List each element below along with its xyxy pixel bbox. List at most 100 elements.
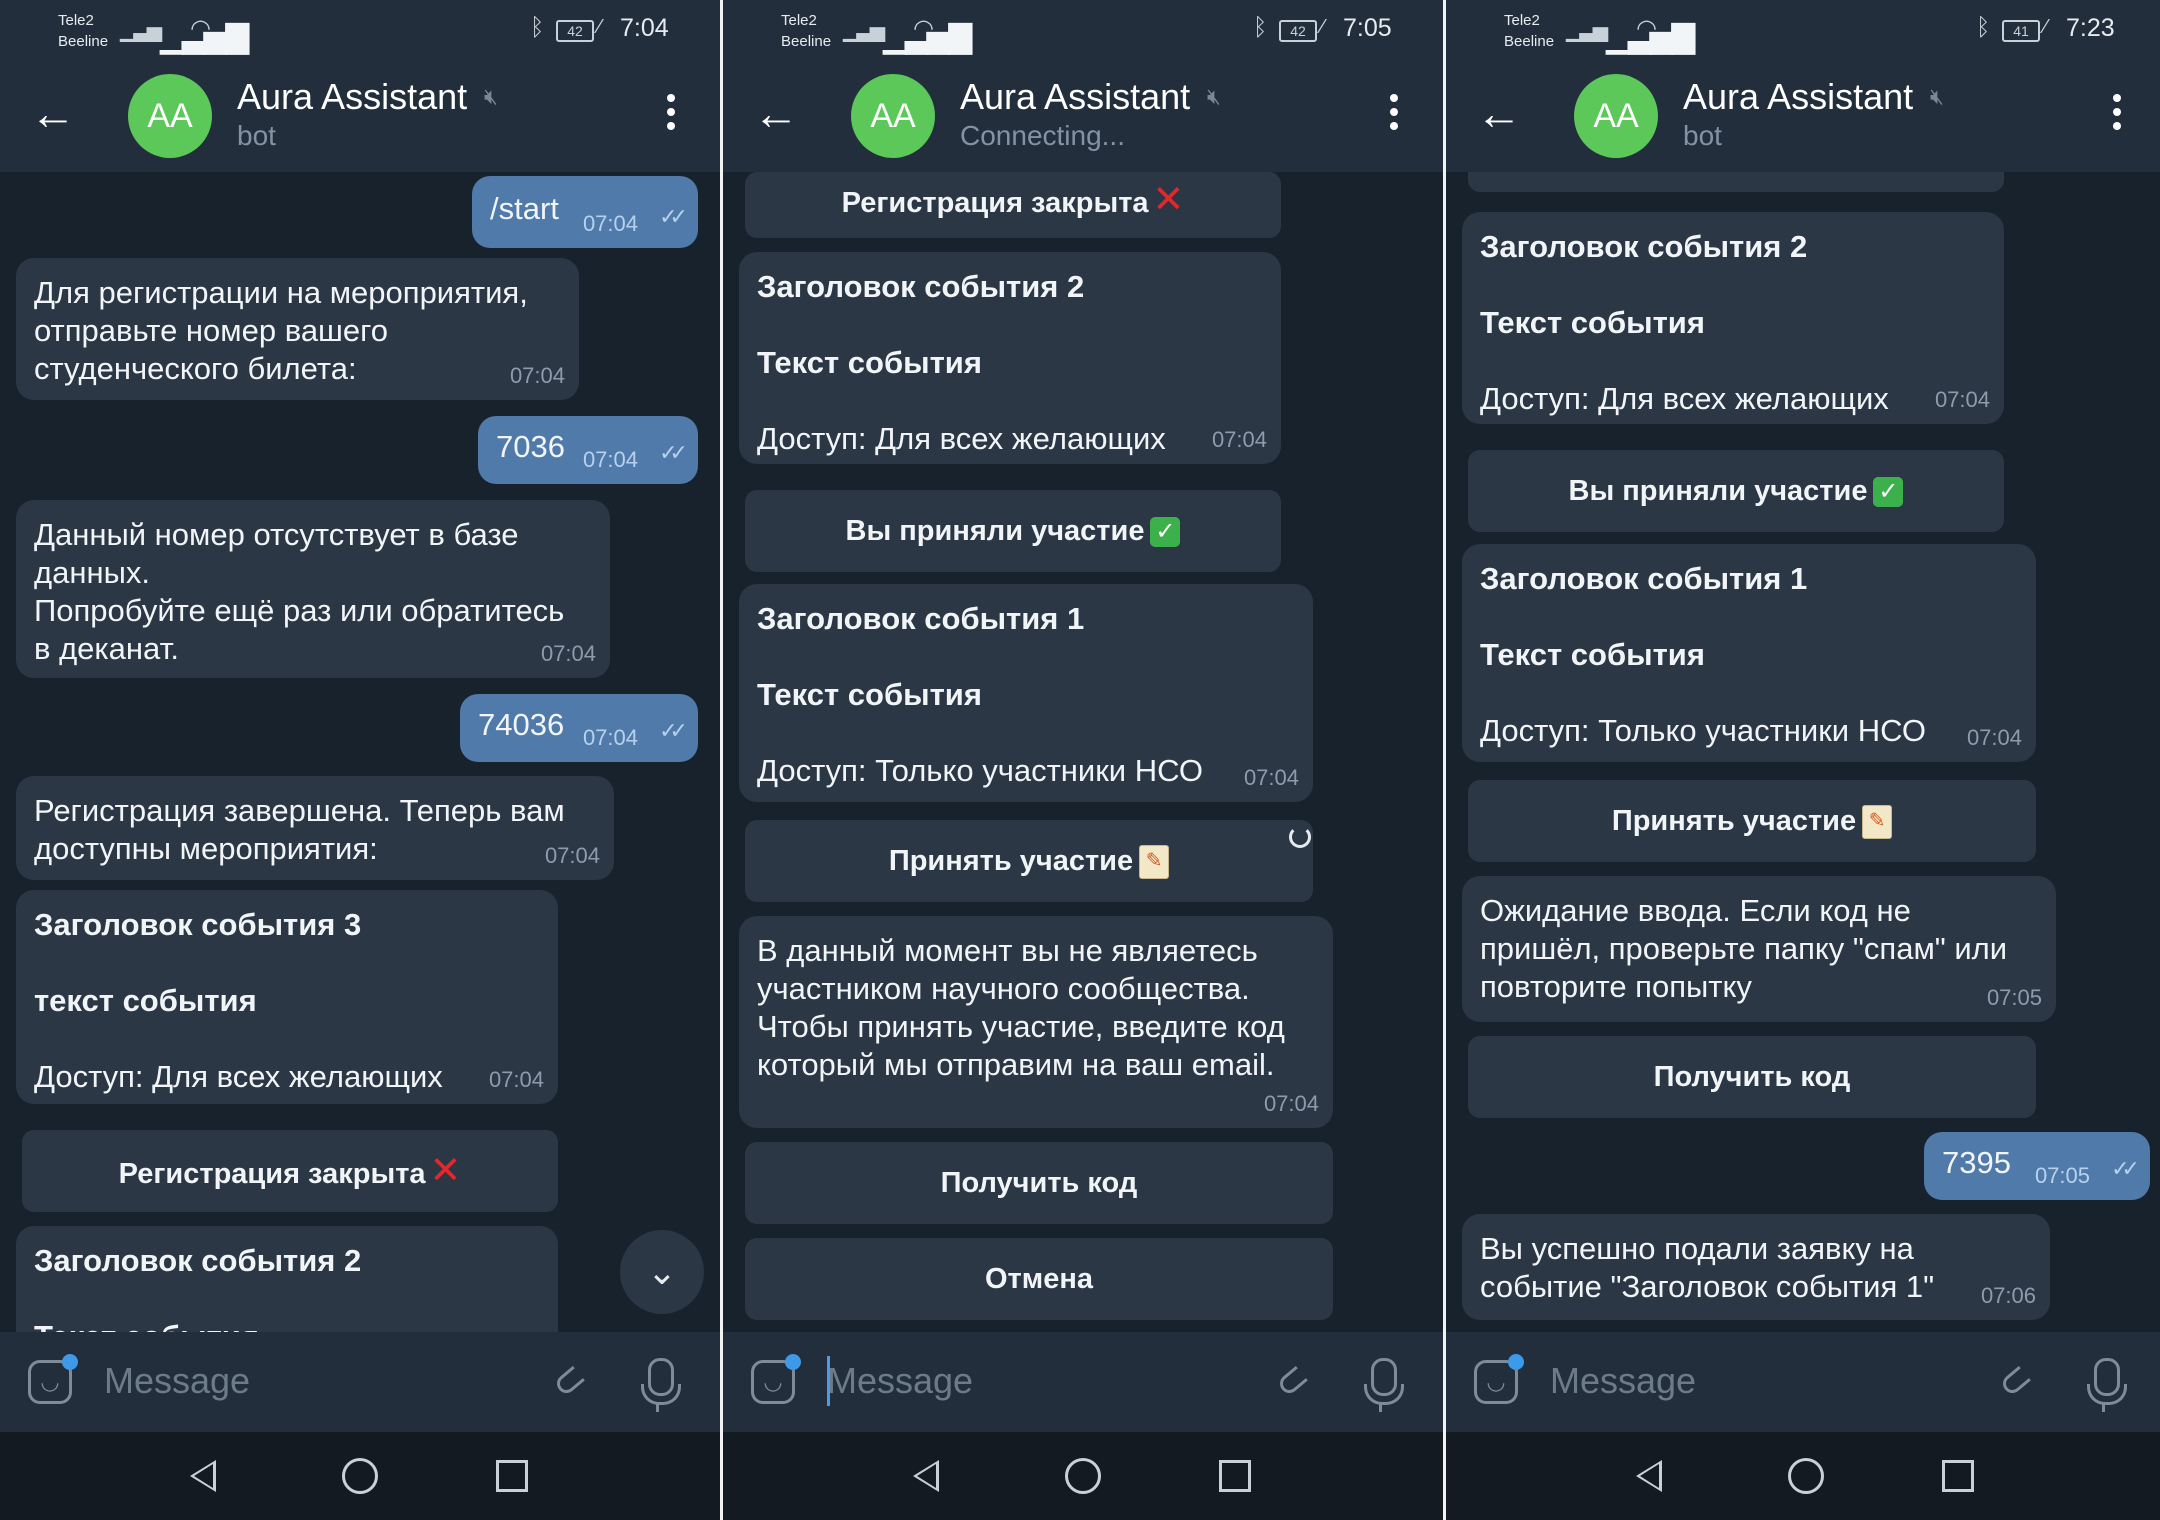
event-content: Заголовок события 2 Текст события Доступ: … [757,268,1166,458]
message-list[interactable]: Заголовок события 2 Текст события Доступ: … [1446,172,2160,1332]
message-input[interactable]: Message [104,1360,250,1402]
more-vert-icon[interactable] [656,94,686,138]
carrier-1: Tele2 [781,12,817,29]
avatar[interactable]: AA [851,74,935,158]
message-text: 7036 [496,429,565,464]
message-time: 07:04 [582,725,638,750]
event-title: Заголовок события 2 [34,1243,362,1278]
nav-home-icon[interactable] [1065,1458,1101,1494]
message-input-bar: ◡ Message ⊂ [1446,1332,2160,1432]
chevron-down-icon[interactable]: ⌄ [620,1230,704,1314]
nav-home-icon[interactable] [342,1458,378,1494]
notification-dot [1508,1354,1524,1370]
more-vert-icon[interactable] [2102,94,2132,138]
avatar[interactable]: AA [128,74,212,158]
message-text: /start [490,191,559,226]
nav-back-icon[interactable] [1636,1460,1662,1492]
bluetooth-icon: ᛒ [1976,14,1991,41]
nav-recents-icon[interactable] [1942,1460,1974,1492]
nav-recents-icon[interactable] [1219,1460,1251,1492]
registration-closed-button-clipped[interactable] [1468,172,2004,192]
message-list[interactable]: /start 07:04 ✓✓ Для регистрации на мероп… [0,172,720,1332]
message-input[interactable]: Message [827,1360,973,1402]
message-time: 07:04 [1243,765,1299,790]
button-label: Вы приняли участие [845,515,1145,547]
paperclip-icon[interactable]: ⊂ [541,1353,596,1410]
event-card: Заголовок события 2 Текст события [16,1226,558,1332]
muted-icon: 🔇︎ [484,84,498,109]
memo-icon: ✎ [1139,845,1170,880]
microphone-icon-base [2087,1384,2127,1405]
chat-title[interactable]: Aura Assistant [237,76,467,118]
joined-button[interactable]: Вы приняли участие ✓ [745,490,1281,572]
arrow-left-icon[interactable]: ← [1476,90,1526,140]
microphone-icon-stem [2102,1402,2105,1412]
battery-level: 42 [1279,20,1317,42]
battery-level: 41 [2002,20,2040,42]
arrow-left-icon[interactable]: ← [753,90,803,140]
message-time: 07:05 [1986,985,2042,1010]
message-text: Регистрация завершена. Теперь вам доступ… [34,793,565,866]
message-outgoing: 7036 07:04 ✓✓ [478,416,698,484]
event-body: Текст события [757,345,982,380]
signal-icon: ▁▃▅ [1566,20,1608,42]
event-access: Доступ: Только участники НСО [1480,713,1926,748]
carrier-1: Tele2 [1504,12,1540,29]
cancel-button[interactable]: Отмена [745,1238,1333,1320]
status-bar: Tele2 Beeline ▁▃▅ ▁▃▅▇ ◠ ᛒ 42 ⁄ 7:05 [723,0,1443,58]
event-card: Заголовок события 1 Текст события Доступ: … [1462,544,2036,762]
get-code-button[interactable]: Получить код [745,1142,1333,1224]
registration-closed-button[interactable]: Регистрация закрыта ✕ [22,1130,558,1212]
nav-back-icon[interactable] [190,1460,216,1492]
chat-header: ← AA Aura Assistant 🔇︎ bot [0,58,720,172]
avatar[interactable]: AA [1574,74,1658,158]
message-time: 07:04 [1263,1091,1319,1116]
nav-home-icon[interactable] [1788,1458,1824,1494]
nav-recents-icon[interactable] [496,1460,528,1492]
system-nav-bar [723,1432,1443,1520]
event-body: Текст события [34,1319,259,1332]
cross-mark-icon: ✕ [1152,179,1185,221]
event-access: Доступ: Для всех желающих [34,1059,443,1094]
event-card: Заголовок события 1 Текст события Доступ: … [739,584,1313,802]
event-body: Текст события [1480,637,1705,672]
chat-title[interactable]: Aura Assistant [1683,76,1913,118]
nav-back-icon[interactable] [913,1460,939,1492]
arrow-left-icon[interactable]: ← [30,90,80,140]
message-input[interactable]: Message [1550,1360,1696,1402]
event-title: Заголовок события 2 [757,269,1085,304]
message-list[interactable]: Регистрация закрыта ✕ Заголовок события 2… [723,172,1443,1332]
event-content: Заголовок события 2 Текст события Доступ: … [1480,228,1889,418]
memo-icon: ✎ [1862,805,1893,840]
double-check-icon: ✓✓ [659,718,688,743]
event-title: Заголовок события 1 [757,601,1085,636]
joined-button[interactable]: Вы приняли участие ✓ [1468,450,2004,532]
paperclip-icon[interactable]: ⊂ [1987,1353,2042,1410]
message-input-bar: ◡ Message ⊂ [0,1332,720,1432]
event-access: Доступ: Для всех желающих [1480,381,1889,416]
message-time: 07:04 [582,447,638,472]
message-text: Вы успешно подали заявку на событие "Заг… [1480,1231,1935,1304]
event-body: Текст события [757,677,982,712]
button-label: Получить код [1653,1061,1851,1093]
event-card: Заголовок события 2 Текст события Доступ: … [739,252,1281,464]
status-bar: Tele2 Beeline ▁▃▅ ▁▃▅▇ ◠ ᛒ 41 ⁄ 7:23 [1446,0,2160,58]
microphone-icon-base [641,1384,681,1405]
event-title: Заголовок события 2 [1480,229,1808,264]
carrier-2: Beeline [781,33,832,50]
notification-dot [785,1354,801,1370]
registration-closed-button[interactable]: Регистрация закрыта ✕ [745,172,1281,238]
button-label: Вы приняли участие [1568,475,1868,507]
message-outgoing: 7395 07:05 ✓✓ [1924,1132,2150,1200]
get-code-button[interactable]: Получить код [1468,1036,2036,1118]
event-card: Заголовок события 3 текст события Доступ: … [16,890,558,1104]
system-nav-bar [0,1432,720,1520]
join-button[interactable]: Принять участие ✎ [745,820,1313,902]
double-check-icon: ✓✓ [659,204,688,229]
more-vert-icon[interactable] [1379,94,1409,138]
carrier-names: Tele2 Beeline [781,10,831,52]
join-button[interactable]: Принять участие ✎ [1468,780,2036,862]
power-saving-icon: ⁄ [2044,16,2048,38]
paperclip-icon[interactable]: ⊂ [1264,1353,1319,1410]
chat-title[interactable]: Aura Assistant [960,76,1190,118]
